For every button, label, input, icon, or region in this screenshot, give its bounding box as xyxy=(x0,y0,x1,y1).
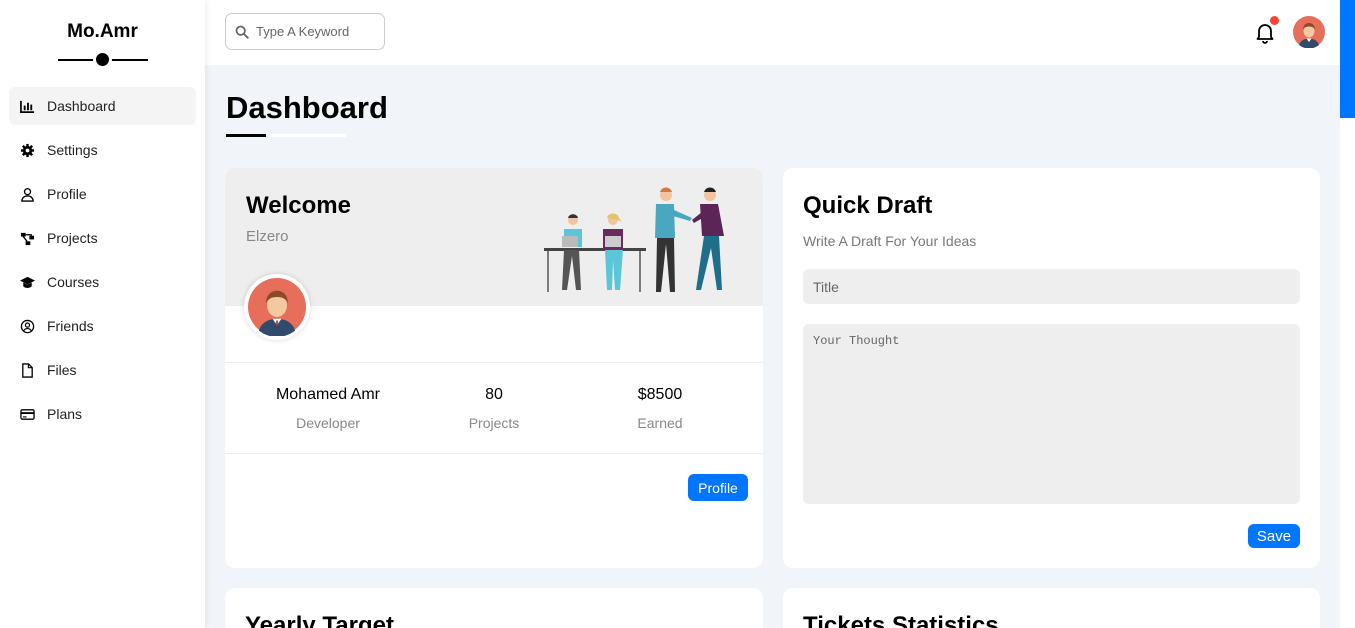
top-bar xyxy=(205,0,1340,65)
sidebar-item-courses[interactable]: Courses xyxy=(9,263,196,301)
scrollbar-thumb[interactable] xyxy=(1340,0,1355,118)
graduation-cap-icon xyxy=(19,274,35,290)
yearly-target-card: Yearly Target xyxy=(225,588,763,628)
quick-draft-card: Quick Draft Write A Draft For Your Ideas… xyxy=(783,168,1320,568)
sidebar-item-files[interactable]: Files xyxy=(9,351,196,389)
welcome-stats: Mohamed Amr Developer 80 Projects $8500 … xyxy=(225,362,763,454)
sidebar-nav: Dashboard Settings Profile Projects Cour… xyxy=(0,87,205,433)
circle-user-icon xyxy=(19,318,35,334)
sidebar-item-label: Dashboard xyxy=(47,98,116,114)
search-input[interactable] xyxy=(256,24,376,39)
stat-value: Mohamed Amr xyxy=(275,386,381,403)
welcome-title: Welcome xyxy=(246,192,351,219)
yearly-target-title: Yearly Target xyxy=(245,612,394,628)
sidebar-item-settings[interactable]: Settings xyxy=(9,131,196,169)
brand-name: Mo.Amr xyxy=(67,21,138,42)
file-icon xyxy=(19,362,35,378)
notification-dot xyxy=(1270,16,1279,25)
tickets-statistics-title: Tickets Statistics xyxy=(803,612,999,628)
sidebar: Mo.Amr Dashboard Settings Profile Projec… xyxy=(0,0,205,628)
credit-card-icon xyxy=(19,406,35,422)
stat-label: Projects xyxy=(468,415,520,431)
stat-value: $8500 xyxy=(637,386,683,403)
brand-underline xyxy=(57,50,148,69)
sidebar-item-projects[interactable]: Projects xyxy=(9,219,196,257)
stat-label: Developer xyxy=(296,415,360,431)
sidebar-item-plans[interactable]: Plans xyxy=(9,395,196,433)
profile-button[interactable]: Profile xyxy=(688,474,748,501)
draft-subtitle: Write A Draft For Your Ideas xyxy=(803,233,977,249)
title-underline xyxy=(226,134,266,137)
draft-title-field[interactable] xyxy=(803,269,1300,304)
gear-icon xyxy=(19,142,35,158)
stat-label: Earned xyxy=(637,415,683,431)
draft-thought-field[interactable] xyxy=(803,324,1300,504)
page-title: Dashboard xyxy=(226,90,388,125)
stat-projects: 80 Projects xyxy=(431,363,557,453)
user-icon xyxy=(19,186,35,202)
welcome-avatar xyxy=(244,274,310,340)
sidebar-item-label: Friends xyxy=(47,318,94,334)
sidebar-item-label: Projects xyxy=(47,230,98,246)
search-box[interactable] xyxy=(225,13,385,50)
sidebar-item-profile[interactable]: Profile xyxy=(9,175,196,213)
stat-name: Mohamed Amr Developer xyxy=(225,363,431,453)
search-icon xyxy=(235,25,249,39)
stat-earned: $8500 Earned xyxy=(557,363,763,453)
stat-value: 80 xyxy=(485,386,503,403)
sidebar-item-label: Profile xyxy=(47,186,87,202)
sidebar-item-label: Courses xyxy=(47,274,100,290)
welcome-card: Welcome Elzero Mohamed Amr Developer 80 … xyxy=(225,168,763,568)
draft-title: Quick Draft xyxy=(803,192,933,219)
sidebar-item-friends[interactable]: Friends xyxy=(9,307,196,345)
welcome-subtitle: Elzero xyxy=(246,228,289,245)
team-illustration xyxy=(544,187,724,292)
diagram-project-icon xyxy=(19,230,35,246)
sidebar-item-dashboard[interactable]: Dashboard xyxy=(9,87,196,125)
title-underline-secondary xyxy=(271,134,346,137)
avatar[interactable] xyxy=(1293,16,1325,49)
sidebar-item-label: Plans xyxy=(47,406,83,422)
sidebar-item-label: Files xyxy=(47,362,77,378)
notification-button[interactable] xyxy=(1253,16,1279,44)
sidebar-item-label: Settings xyxy=(47,142,98,158)
chart-bar-icon xyxy=(19,98,35,114)
tickets-statistics-card: Tickets Statistics xyxy=(783,588,1320,628)
save-button[interactable]: Save xyxy=(1248,524,1300,548)
